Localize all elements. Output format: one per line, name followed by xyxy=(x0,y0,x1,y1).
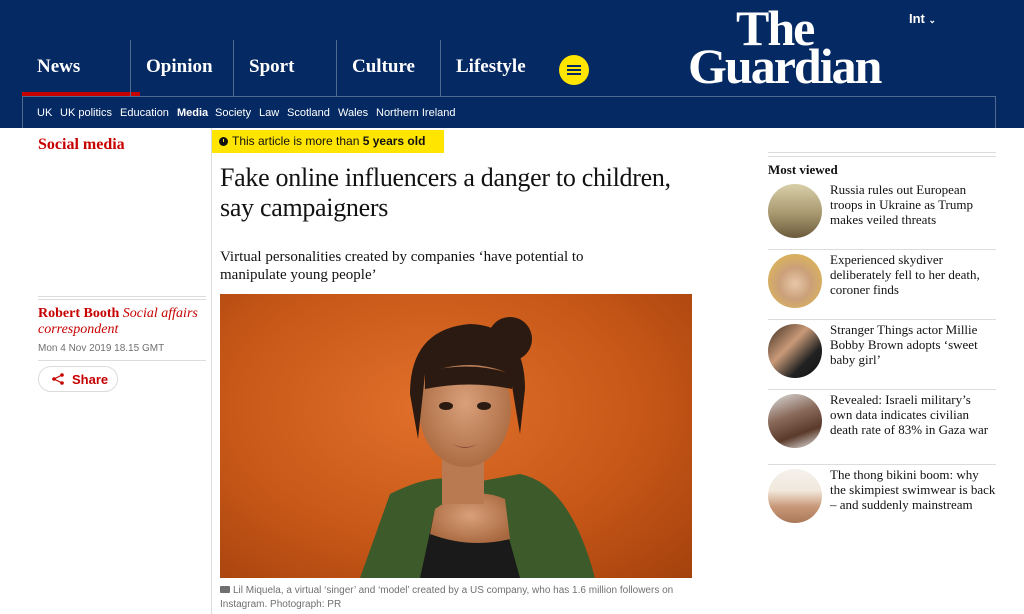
share-icon xyxy=(52,373,64,385)
pillar-label: Culture xyxy=(352,56,415,77)
byline: Robert Booth Social affairs corresponden… xyxy=(38,306,210,338)
section-label[interactable]: Social media xyxy=(38,136,125,154)
subnav-uk[interactable]: UK xyxy=(37,107,52,119)
hamburger-icon xyxy=(567,73,581,75)
share-label: Share xyxy=(72,372,109,387)
subnav: UK UK politics Education Media Society L… xyxy=(22,96,996,128)
pillar-opinion[interactable]: Opinion xyxy=(130,40,234,96)
pillar-label: Sport xyxy=(249,56,295,77)
thumbnail xyxy=(768,394,822,448)
publish-date: Mon 4 Nov 2019 18.15 GMT xyxy=(38,343,165,354)
pillar-sport[interactable]: Sport xyxy=(233,40,337,96)
divider xyxy=(38,296,206,300)
pillar-news[interactable]: News xyxy=(22,40,140,96)
divider xyxy=(38,360,206,361)
most-viewed-item[interactable]: Revealed: Israeli military’s own data in… xyxy=(768,389,996,457)
pillar-lifestyle[interactable]: Lifestyle xyxy=(440,40,554,96)
thumbnail xyxy=(768,324,822,378)
clock-icon xyxy=(219,137,228,146)
subnav-society[interactable]: Society xyxy=(215,107,251,119)
age-badge-value: 5 years old xyxy=(362,134,426,148)
portrait-illustration xyxy=(360,317,595,578)
most-viewed-headline: Experienced skydiver deliberately fell t… xyxy=(830,252,980,297)
subnav-media[interactable]: Media xyxy=(177,107,208,119)
subnav-wales[interactable]: Wales xyxy=(338,107,368,119)
image-caption: Lil Miquela, a virtual ‘singer’ and ‘mod… xyxy=(220,584,700,612)
subnav-law[interactable]: Law xyxy=(259,107,279,119)
hamburger-icon xyxy=(567,69,581,71)
site-header: Int ⌄ The Guardian News Opinion Sport Cu… xyxy=(0,0,1024,128)
thumbnail xyxy=(768,184,822,238)
pillar-label: News xyxy=(37,56,81,77)
divider xyxy=(768,152,996,157)
most-viewed-title: Most viewed xyxy=(768,162,838,177)
subnav-northern-ireland[interactable]: Northern Ireland xyxy=(376,107,456,119)
most-viewed-headline: The thong bikini boom: why the skimpiest… xyxy=(830,467,996,512)
most-viewed-item[interactable]: The thong bikini boom: why the skimpiest… xyxy=(768,464,996,532)
pillar-label: Lifestyle xyxy=(456,56,526,77)
subnav-scotland[interactable]: Scotland xyxy=(287,107,330,119)
most-viewed-headline: Stranger Things actor Millie Bobby Brown… xyxy=(830,322,978,367)
edition-selector[interactable]: Int ⌄ xyxy=(909,11,936,26)
article-headline: Fake online influencers a danger to chil… xyxy=(220,163,671,222)
thumbnail xyxy=(768,254,822,308)
thumbnail xyxy=(768,469,822,523)
pillar-label: Opinion xyxy=(146,56,213,77)
hamburger-icon xyxy=(567,65,581,67)
article-age-badge: This article is more than 5 years old xyxy=(212,130,444,153)
article-meta-column: Social media Robert Booth Social affairs… xyxy=(22,128,212,614)
age-badge-prefix: This article is more than xyxy=(232,134,363,148)
subnav-uk-politics[interactable]: UK politics xyxy=(60,107,112,119)
most-viewed-item[interactable]: Stranger Things actor Millie Bobby Brown… xyxy=(768,319,996,387)
most-viewed-headline: Russia rules out European troops in Ukra… xyxy=(830,182,973,227)
most-viewed-headline: Revealed: Israeli military’s own data in… xyxy=(830,392,989,437)
chevron-down-icon: ⌄ xyxy=(928,15,937,25)
most-viewed-item[interactable]: Experienced skydiver deliberately fell t… xyxy=(768,249,996,317)
author-name[interactable]: Robert Booth xyxy=(38,306,119,321)
subnav-education[interactable]: Education xyxy=(120,107,169,119)
article-standfirst: Virtual personalities created by compani… xyxy=(220,249,584,283)
share-button[interactable]: Share xyxy=(38,366,118,392)
caption-text: Lil Miquela, a virtual ‘singer’ and ‘mod… xyxy=(220,585,674,610)
menu-button[interactable] xyxy=(559,55,589,85)
pillar-culture[interactable]: Culture xyxy=(336,40,440,96)
main-article-image xyxy=(220,294,692,578)
most-viewed-item[interactable]: Russia rules out European troops in Ukra… xyxy=(768,180,996,248)
logo-line-2: Guardian xyxy=(688,38,882,94)
edition-label: Int xyxy=(909,11,925,26)
camera-icon xyxy=(220,586,230,593)
